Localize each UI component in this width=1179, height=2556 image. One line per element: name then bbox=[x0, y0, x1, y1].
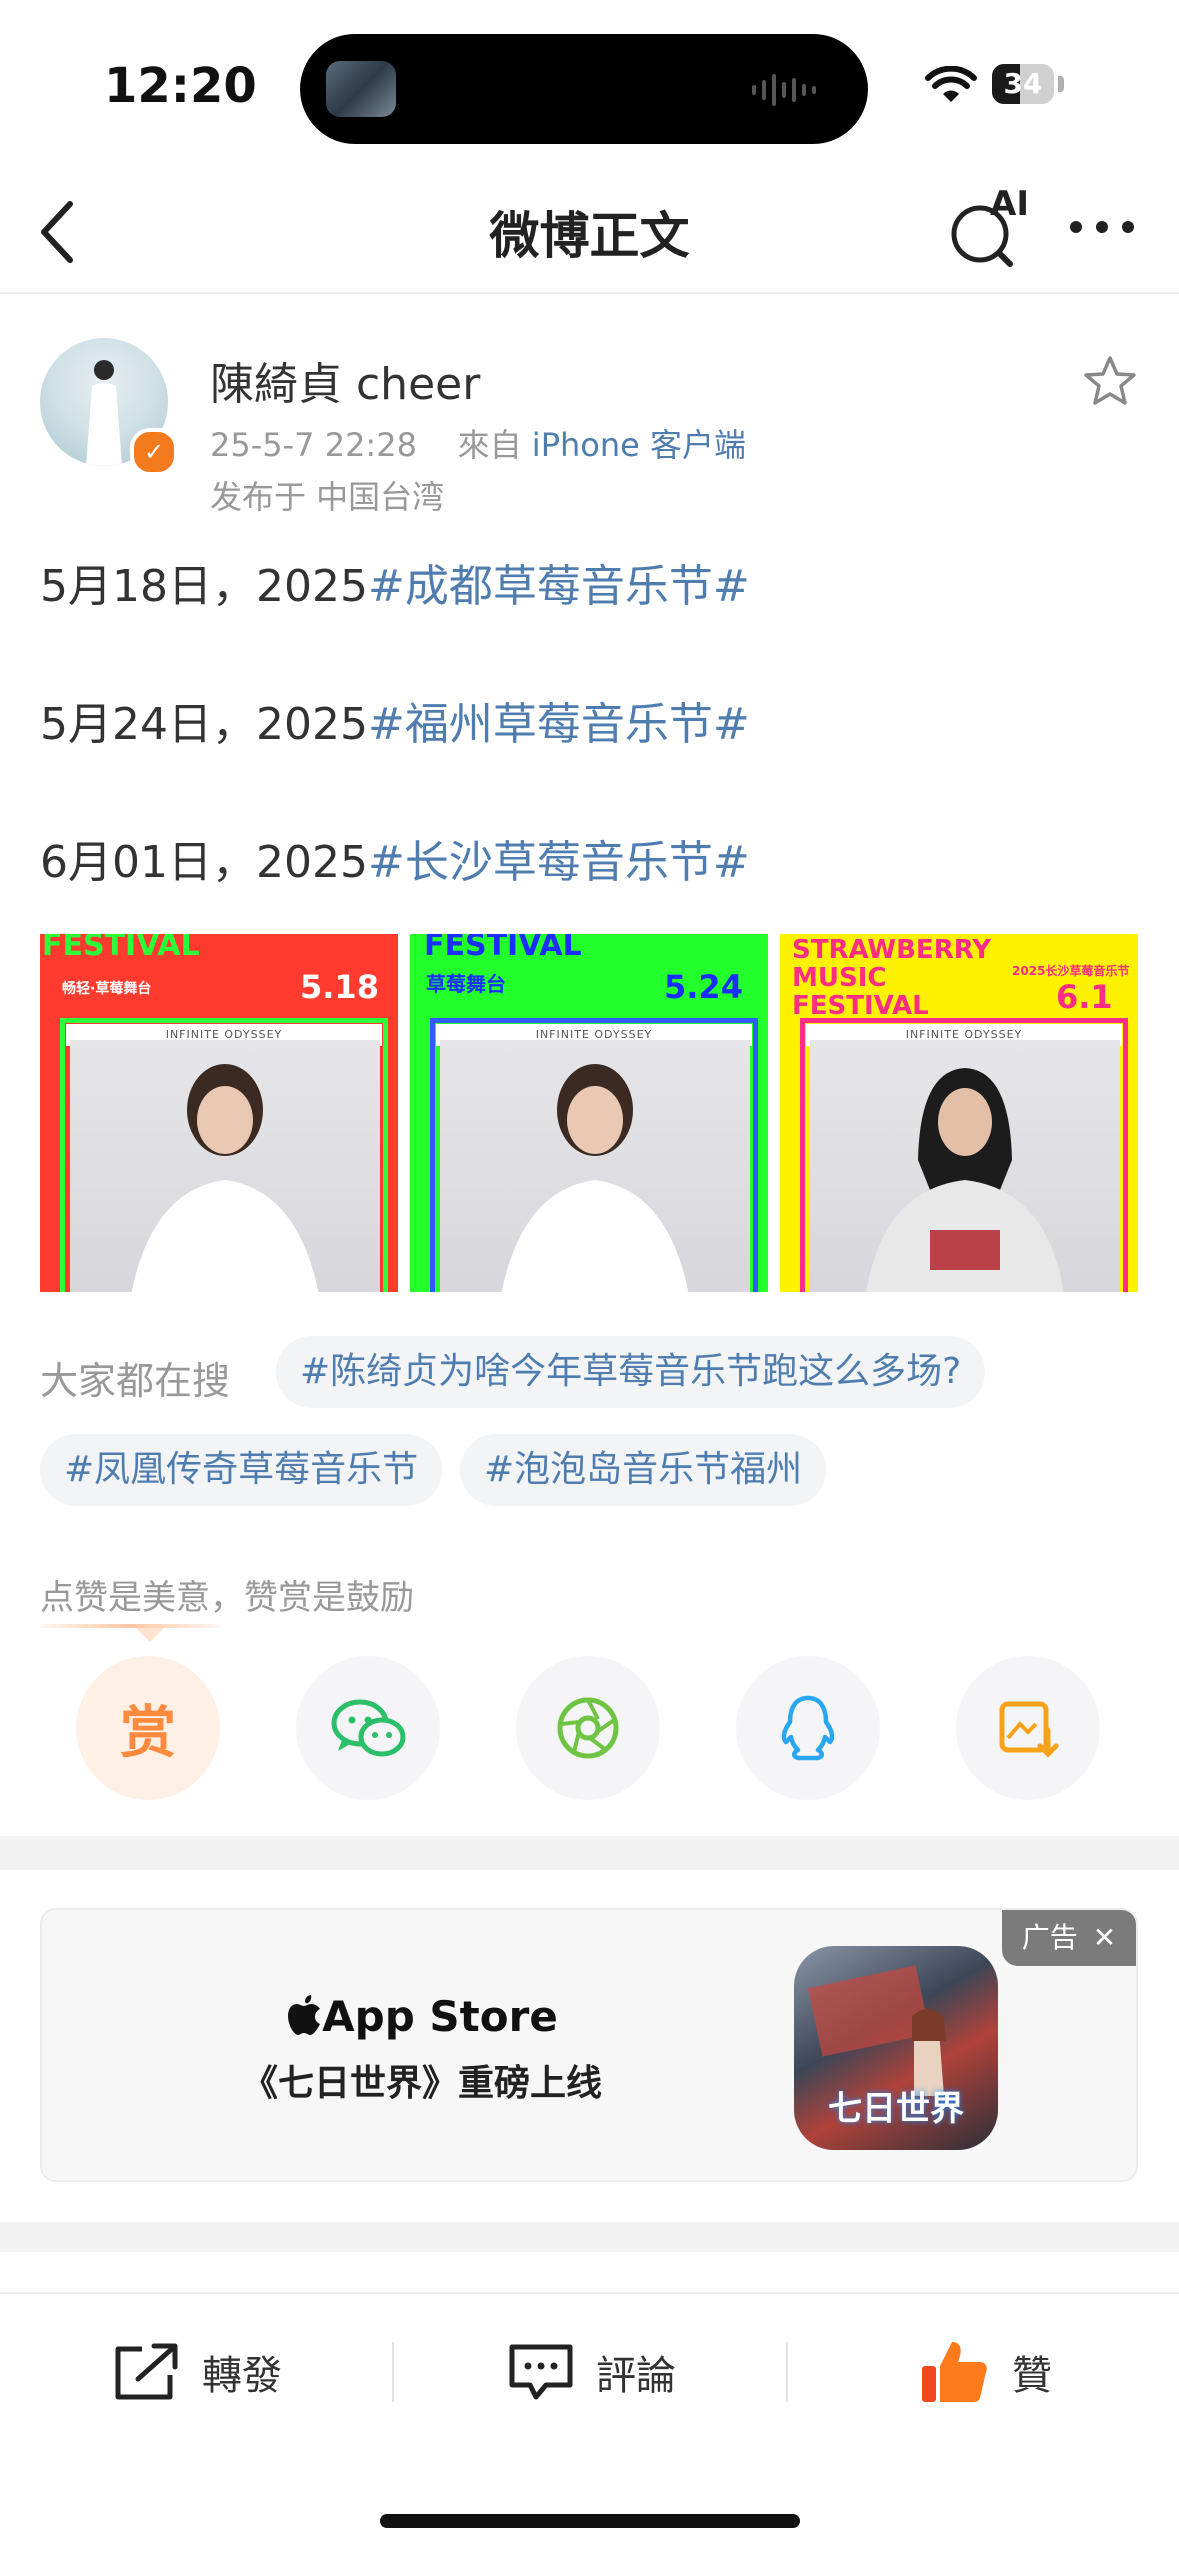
post-line: 6月01日，2025#长沙草莓音乐节# bbox=[40, 826, 750, 890]
poster-stage: 2025长沙草莓音乐节 bbox=[1012, 964, 1130, 978]
status-time: 12:20 bbox=[104, 58, 257, 114]
reward-underline bbox=[40, 1624, 220, 1628]
battery-icon: 34 bbox=[992, 64, 1054, 104]
ad-app-title: 七日世界 bbox=[828, 2089, 964, 2129]
like-thumb-icon bbox=[922, 2342, 987, 2402]
ad-badge-label: 广告 bbox=[1021, 1921, 1078, 1954]
post-line: 5月24日，2025#福州草莓音乐节# bbox=[40, 688, 750, 752]
action-divider bbox=[392, 2342, 394, 2402]
like-label: 贊 bbox=[1012, 2353, 1052, 2399]
person-figure bbox=[866, 1068, 1064, 1292]
battery-cap bbox=[1058, 76, 1064, 92]
favorite-star-icon[interactable] bbox=[1080, 352, 1140, 412]
source-prefix: 來自 bbox=[457, 426, 522, 464]
reward-prompt: 点赞是美意，赞赏是鼓励 bbox=[40, 1578, 414, 1618]
hashtag-link[interactable]: #长沙草莓音乐节# bbox=[368, 837, 750, 888]
repost-button[interactable]: 轉發 bbox=[112, 2330, 282, 2414]
post-date-text: 6月01日，2025 bbox=[40, 837, 368, 888]
like-button[interactable]: 贊 bbox=[918, 2330, 1052, 2414]
home-indicator[interactable] bbox=[380, 2514, 800, 2528]
ad-headline: 《七日世界》重磅上线 bbox=[241, 2063, 602, 2104]
post-location: 发布于 中国台湾 bbox=[210, 478, 445, 516]
ad-store-label: App Store bbox=[42, 1992, 802, 2041]
action-divider bbox=[786, 2342, 788, 2402]
poster-title: FESTIVAL bbox=[424, 934, 582, 963]
share-qq-button[interactable] bbox=[736, 1656, 880, 1800]
avatar-figure bbox=[86, 360, 122, 466]
search-topic-pill[interactable]: #陈绮贞为啥今年草莓音乐节跑这么多场? bbox=[276, 1336, 986, 1408]
hashtag-link[interactable]: #成都草莓音乐节# bbox=[368, 561, 750, 612]
post-line: 5月18日，2025#成都草莓音乐节# bbox=[40, 550, 750, 614]
reward-notch bbox=[136, 1628, 164, 1642]
post-image[interactable]: STRAWBERRY MUSIC FESTIVAL 2025长沙草莓音乐节 6.… bbox=[780, 934, 1138, 1292]
reward-char: 赏 bbox=[120, 1700, 176, 1766]
poster-date: 6.1 bbox=[1056, 978, 1113, 1016]
comment-icon bbox=[509, 2344, 573, 2400]
dynamic-island[interactable] bbox=[300, 34, 868, 144]
ai-search-button[interactable]: AI bbox=[950, 184, 1030, 270]
ai-label: AI bbox=[990, 184, 1029, 224]
save-image-icon bbox=[999, 1701, 1059, 1758]
poster-photo bbox=[810, 1040, 1120, 1292]
post-date-text: 5月18日，2025 bbox=[40, 561, 368, 612]
repost-icon bbox=[115, 2343, 178, 2400]
section-separator bbox=[0, 1836, 1179, 1870]
search-label: 大家都在搜 bbox=[40, 1359, 231, 1403]
hashtag-link[interactable]: #福州草莓音乐节# bbox=[368, 699, 750, 750]
section-separator bbox=[0, 2222, 1179, 2252]
search-topic-pill[interactable]: #凤凰传奇草莓音乐节 bbox=[40, 1434, 443, 1506]
poster-stage: 畅轻·草莓舞台 bbox=[62, 981, 152, 997]
share-moments-button[interactable] bbox=[516, 1656, 660, 1800]
post-image[interactable]: FESTIVAL 草莓舞台 5.24 INFINITE ODYSSEY bbox=[410, 934, 768, 1292]
wechat-icon bbox=[331, 1699, 406, 1757]
qq-icon bbox=[781, 1695, 835, 1761]
audio-wave-icon bbox=[752, 74, 816, 106]
more-icon[interactable] bbox=[1066, 212, 1138, 242]
source-device-link[interactable]: iPhone 客户端 bbox=[532, 426, 746, 464]
poster-photo bbox=[440, 1040, 750, 1292]
poster-title: FESTIVAL bbox=[42, 934, 200, 963]
close-icon: ✕ bbox=[1092, 1921, 1117, 1954]
post-meta: 25-5-7 22:28 來自 iPhone 客户端 bbox=[210, 420, 746, 466]
poster-date: 5.24 bbox=[664, 968, 743, 1006]
person-figure bbox=[131, 1064, 319, 1292]
poster-stage: 草莓舞台 bbox=[426, 972, 506, 996]
save-image-button[interactable] bbox=[956, 1656, 1100, 1800]
ad-close-badge[interactable]: 广告 ✕ bbox=[1002, 1910, 1136, 1966]
repost-label: 轉發 bbox=[202, 2353, 282, 2399]
verified-badge-icon: ✓ bbox=[130, 428, 178, 476]
nav-divider bbox=[0, 292, 1179, 294]
poster-title: STRAWBERRY MUSIC FESTIVAL bbox=[792, 935, 992, 1021]
comment-button[interactable]: 評論 bbox=[506, 2330, 676, 2414]
post-timestamp: 25-5-7 22:28 bbox=[210, 426, 417, 464]
username[interactable]: 陳綺貞 cheer bbox=[210, 348, 480, 412]
reward-button[interactable]: 赏 bbox=[76, 1656, 220, 1800]
apple-logo-icon bbox=[288, 1995, 321, 2035]
action-bar-divider bbox=[0, 2292, 1179, 2294]
ad-card[interactable]: App Store 《七日世界》重磅上线 七日世界 广告 ✕ bbox=[40, 1908, 1138, 2182]
person-figure bbox=[501, 1064, 689, 1292]
wifi-icon bbox=[925, 66, 977, 102]
post-date-text: 5月24日，2025 bbox=[40, 699, 368, 750]
moments-icon bbox=[557, 1697, 619, 1759]
post-image[interactable]: FESTIVAL 畅轻·草莓舞台 5.18 INFINITE ODYSSEY bbox=[40, 934, 398, 1292]
media-thumbnail bbox=[326, 61, 396, 117]
share-wechat-button[interactable] bbox=[296, 1656, 440, 1800]
poster-date: 5.18 bbox=[300, 968, 379, 1006]
search-topic-pill[interactable]: #泡泡岛音乐节福州 bbox=[460, 1434, 827, 1506]
comment-label: 評論 bbox=[596, 2353, 676, 2399]
poster-photo bbox=[70, 1040, 380, 1292]
ad-app-icon[interactable]: 七日世界 bbox=[794, 1946, 998, 2150]
battery-level: 34 bbox=[1003, 67, 1043, 100]
ad-store-text: App Store bbox=[322, 1992, 558, 2041]
